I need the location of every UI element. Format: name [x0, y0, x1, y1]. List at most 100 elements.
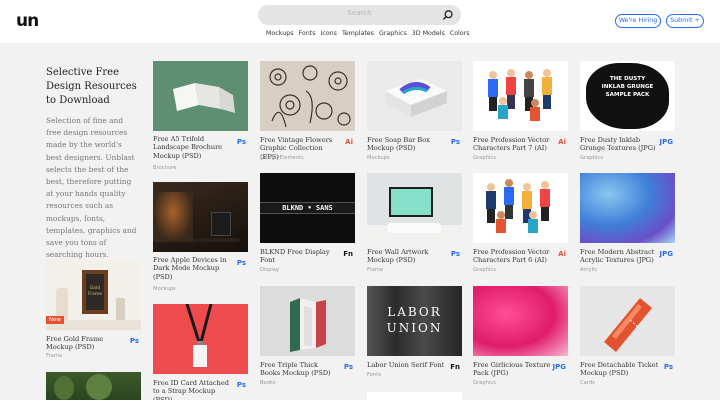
- resource-category[interactable]: Cards: [580, 380, 595, 386]
- resource-card[interactable]: Free A5 Trifold Landscape Brochure Mocku…: [153, 61, 248, 173]
- resource-card[interactable]: Free ID Card Attached to a Strap Mockup …: [153, 304, 248, 400]
- nav-fonts[interactable]: Fonts: [298, 30, 315, 37]
- jpg-format-badge: JPG: [659, 138, 673, 146]
- unblast-logo[interactable]: un: [16, 11, 39, 31]
- nav-templates[interactable]: Templates: [342, 30, 374, 37]
- ai-format-badge: Ai: [558, 250, 566, 258]
- resource-card[interactable]: Free Profession Vector Characters Part 7…: [473, 61, 568, 173]
- nav-3d-models[interactable]: 3D Models: [412, 30, 445, 37]
- resource-card[interactable]: Free Detachable Ticket Mockup (PSD) Card…: [580, 286, 675, 392]
- font-format-badge: Fn: [450, 363, 460, 371]
- ps-format-badge: Ps: [236, 381, 246, 389]
- ps-format-badge: Ps: [450, 138, 460, 146]
- ps-format-badge: Ps: [129, 337, 139, 345]
- resource-category[interactable]: Mockups: [153, 286, 176, 292]
- blknd-font-preview: BLKND • SANS: [282, 204, 333, 212]
- jpg-format-badge: JPG: [659, 250, 673, 258]
- resource-title[interactable]: Free Modern Abstract Acrylic Textures (J…: [580, 248, 660, 265]
- acrylic-textures-thumbnail[interactable]: [580, 173, 675, 243]
- font-format-badge: Fn: [343, 250, 353, 258]
- site-header: un Search Mockups Fonts Icons Templates …: [0, 0, 720, 43]
- ai-format-badge: Ai: [345, 138, 353, 146]
- resource-category[interactable]: Graphics: [473, 267, 496, 273]
- resource-title[interactable]: Free Triple Thick Books Mockup (PSD): [260, 361, 340, 378]
- apple-devices-thumbnail[interactable]: [153, 182, 248, 252]
- resource-category[interactable]: Design Elements: [260, 155, 304, 161]
- soap-box-thumbnail[interactable]: [367, 61, 462, 131]
- trifold-brochure-thumbnail[interactable]: [153, 61, 248, 131]
- new-badge: New: [46, 316, 64, 324]
- labor-union-preview: LABOR UNION: [386, 305, 443, 335]
- resource-category[interactable]: Graphics: [580, 155, 603, 161]
- profession-characters-7-thumbnail[interactable]: [473, 61, 568, 131]
- resource-card[interactable]: [46, 372, 141, 400]
- vintage-flowers-thumbnail[interactable]: [260, 61, 355, 131]
- forest-thumbnail[interactable]: [46, 372, 141, 400]
- resource-card[interactable]: Free Soap Bar Box Mockup (PSD) Mockups P…: [367, 61, 462, 173]
- jpg-format-badge: JPG: [552, 363, 566, 371]
- search-input[interactable]: Search: [258, 9, 461, 17]
- resource-category[interactable]: Acrylic: [580, 267, 597, 273]
- resource-category[interactable]: Brochure: [153, 165, 176, 171]
- resource-title[interactable]: Free ID Card Attached to a Strap Mockup …: [153, 379, 233, 400]
- resource-card[interactable]: Free Apple Devices in Dark Mode Mockup (…: [153, 182, 248, 294]
- grunge-textures-thumbnail[interactable]: THE DUSTY INKLAB GRUNGE SAMPLE PACK: [580, 61, 675, 131]
- profession-characters-6-thumbnail[interactable]: [473, 173, 568, 243]
- ticket-thumbnail[interactable]: [580, 286, 675, 356]
- resource-card[interactable]: Free Girlicious Texture Pack (JPG) Graph…: [473, 286, 568, 392]
- books-thumbnail[interactable]: [260, 286, 355, 356]
- pink-texture-thumbnail[interactable]: [473, 286, 568, 356]
- resource-title[interactable]: Free Wall Artwork Mockup (PSD): [367, 248, 447, 265]
- submit-button[interactable]: Submit +: [666, 14, 704, 28]
- resource-category[interactable]: Mockups: [367, 155, 390, 161]
- resource-card[interactable]: Gold Frame New Free Gold Frame Mockup (PS…: [46, 260, 141, 365]
- resource-card[interactable]: Free Profession Vector Characters Part 6…: [473, 173, 568, 285]
- category-nav: Mockups Fonts Icons Templates Graphics 3…: [266, 30, 470, 37]
- blknd-font-thumbnail[interactable]: BLKND • SANS: [260, 173, 355, 243]
- wall-artwork-thumbnail[interactable]: [367, 173, 462, 243]
- resource-category[interactable]: Display: [260, 267, 279, 273]
- grunge-pack-preview: THE DUSTY INKLAB GRUNGE SAMPLE PACK: [601, 76, 654, 98]
- resource-title[interactable]: Free Dusty Inklab Grunge Textures (JPG): [580, 136, 660, 153]
- hiring-button[interactable]: We're Hiring: [615, 14, 661, 28]
- id-card-thumbnail[interactable]: [153, 304, 248, 374]
- resource-card[interactable]: Free Modern Abstract Acrylic Textures (J…: [580, 173, 675, 285]
- ps-format-badge: Ps: [663, 363, 673, 371]
- resource-card[interactable]: Free Wall Artwork Mockup (PSD) Frame Ps: [367, 173, 462, 285]
- resource-category[interactable]: Fonts: [367, 372, 381, 378]
- labor-union-thumbnail[interactable]: LABOR UNION: [367, 286, 462, 356]
- ps-format-badge: Ps: [450, 250, 460, 258]
- nav-mockups[interactable]: Mockups: [266, 30, 293, 37]
- resource-title[interactable]: Free Apple Devices in Dark Mode Mockup (…: [153, 256, 233, 281]
- resource-title[interactable]: Free Profession Vector Characters Part 7…: [473, 136, 553, 153]
- resource-title[interactable]: Free Profession Vector Characters Part 6…: [473, 248, 553, 265]
- next-card-preview[interactable]: [367, 392, 462, 400]
- resource-card[interactable]: BLKND • SANS BLKND Free Display Font Dis…: [260, 173, 355, 285]
- nav-colors[interactable]: Colors: [450, 30, 470, 37]
- ps-format-badge: Ps: [236, 259, 246, 267]
- resource-title[interactable]: BLKND Free Display Font: [260, 248, 340, 265]
- ps-format-badge: Ps: [236, 138, 246, 146]
- resource-category[interactable]: Frame: [46, 353, 62, 359]
- ps-format-badge: Ps: [343, 363, 353, 371]
- resource-card[interactable]: LABOR UNION Labor Union Serif Font Fonts…: [367, 286, 462, 392]
- nav-graphics[interactable]: Graphics: [379, 30, 407, 37]
- resource-title[interactable]: Free Detachable Ticket Mockup (PSD): [580, 361, 660, 378]
- resource-category[interactable]: Graphics: [473, 155, 496, 161]
- intro-heading: Selective Free Design Resources to Downl…: [46, 67, 137, 106]
- resource-card[interactable]: Free Vintage Flowers Graphic Collection …: [260, 61, 355, 173]
- resource-card[interactable]: Free Triple Thick Books Mockup (PSD) Boo…: [260, 286, 355, 392]
- resource-title[interactable]: Free A5 Trifold Landscape Brochure Mocku…: [153, 135, 233, 160]
- intro-description: Selection of fine and free design resour…: [46, 116, 137, 260]
- resource-title[interactable]: Labor Union Serif Font: [367, 361, 447, 369]
- resource-category[interactable]: Graphics: [473, 380, 496, 386]
- search-bar[interactable]: Search: [258, 5, 461, 25]
- nav-icons[interactable]: Icons: [320, 30, 336, 37]
- resource-title[interactable]: Free Gold Frame Mockup (PSD): [46, 335, 126, 352]
- resource-category[interactable]: Frame: [367, 267, 383, 273]
- resource-category[interactable]: Books: [260, 380, 276, 386]
- resource-title[interactable]: Free Soap Bar Box Mockup (PSD): [367, 136, 447, 153]
- search-icon[interactable]: [442, 9, 454, 21]
- resource-card[interactable]: THE DUSTY INKLAB GRUNGE SAMPLE PACK Free…: [580, 61, 675, 173]
- resource-title[interactable]: Free Girlicious Texture Pack (JPG): [473, 361, 553, 378]
